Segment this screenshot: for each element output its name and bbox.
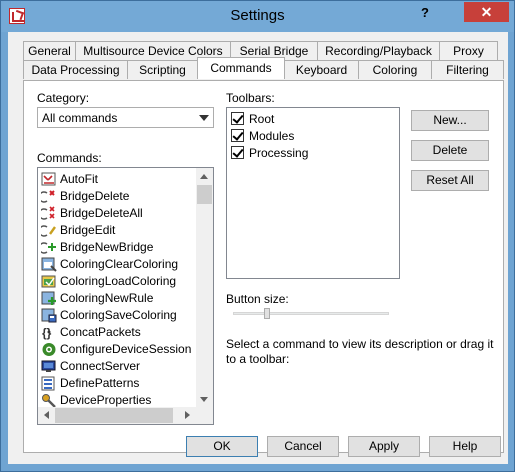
tab-general[interactable]: General bbox=[23, 41, 76, 60]
define-patterns-icon bbox=[41, 376, 55, 391]
bridge-delete-icon bbox=[41, 190, 55, 203]
help-caption-button[interactable]: ? bbox=[413, 3, 437, 23]
tab-scripting[interactable]: Scripting bbox=[127, 60, 198, 79]
new-toolbar-button[interactable]: New... bbox=[411, 110, 489, 131]
coloring-save-icon bbox=[41, 308, 57, 323]
category-value: All commands bbox=[42, 111, 118, 125]
svg-text:{}: {} bbox=[42, 326, 52, 340]
scroll-up-icon[interactable] bbox=[196, 168, 213, 185]
commands-list[interactable]: AutoFit BridgeDelete BridgeDeleteAll Bri… bbox=[37, 167, 214, 425]
coloring-clear-icon bbox=[41, 257, 57, 272]
scroll-down-icon[interactable] bbox=[196, 391, 213, 408]
tab-proxy[interactable]: Proxy bbox=[439, 41, 498, 60]
chevron-down-icon[interactable] bbox=[199, 115, 209, 121]
commands-horizontal-scrollbar[interactable] bbox=[38, 407, 196, 424]
tab-keyboard[interactable]: Keyboard bbox=[284, 60, 359, 79]
slider-track bbox=[233, 312, 389, 315]
tab-data-processing[interactable]: Data Processing bbox=[23, 60, 128, 79]
settings-window: Settings ? ✕ General Multisource Device … bbox=[0, 0, 515, 472]
toolbars-label: Toolbars: bbox=[226, 91, 275, 105]
command-description: Select a command to view its description… bbox=[226, 337, 494, 366]
apply-button[interactable]: Apply bbox=[348, 436, 420, 457]
slider-thumb[interactable] bbox=[264, 308, 270, 319]
scroll-thumb[interactable] bbox=[55, 408, 173, 423]
bridge-new-icon bbox=[41, 242, 56, 254]
concat-packets-icon: {} bbox=[42, 326, 52, 340]
tab-commands[interactable]: Commands bbox=[197, 57, 285, 79]
commands-vertical-scrollbar[interactable] bbox=[196, 168, 213, 408]
commands-label: Commands: bbox=[37, 151, 102, 165]
commands-panel: Category: All commands Commands: AutoFit… bbox=[23, 80, 504, 453]
reset-all-button[interactable]: Reset All bbox=[411, 170, 489, 191]
title-bar[interactable]: Settings ? ✕ bbox=[1, 1, 514, 32]
connect-server-icon bbox=[41, 360, 56, 372]
scrollbar-corner bbox=[196, 407, 213, 424]
button-size-slider[interactable] bbox=[233, 308, 389, 320]
button-size-label: Button size: bbox=[226, 292, 289, 306]
window-title: Settings bbox=[230, 7, 285, 24]
processing-checkbox[interactable] bbox=[231, 146, 244, 159]
bridge-delete-all-icon bbox=[41, 206, 55, 220]
scroll-right-icon[interactable] bbox=[179, 407, 196, 424]
device-properties-icon bbox=[42, 394, 56, 408]
coloring-load-icon bbox=[41, 275, 56, 288]
scroll-left-icon[interactable] bbox=[38, 407, 55, 424]
ok-button[interactable]: OK bbox=[186, 436, 258, 457]
tab-recording-playback[interactable]: Recording/Playback bbox=[317, 41, 440, 60]
close-button[interactable]: ✕ bbox=[464, 2, 509, 22]
delete-toolbar-button[interactable]: Delete bbox=[411, 140, 489, 161]
tab-coloring[interactable]: Coloring bbox=[358, 60, 432, 79]
tab-filtering[interactable]: Filtering bbox=[431, 60, 504, 79]
coloring-new-rule-icon bbox=[41, 291, 56, 305]
scroll-thumb[interactable] bbox=[197, 185, 212, 204]
help-button[interactable]: Help bbox=[429, 436, 501, 457]
bridge-edit-icon bbox=[41, 225, 56, 237]
autofit-icon bbox=[41, 172, 56, 186]
configure-session-icon bbox=[42, 343, 56, 356]
dialog-body: General Multisource Device Colors Serial… bbox=[8, 32, 508, 464]
category-label: Category: bbox=[37, 91, 90, 105]
toolbars-list[interactable]: Root Modules Processing bbox=[226, 107, 400, 279]
modules-checkbox[interactable] bbox=[231, 129, 244, 142]
root-checkbox[interactable] bbox=[231, 112, 244, 125]
cancel-button[interactable]: Cancel bbox=[267, 436, 339, 457]
category-dropdown[interactable]: All commands bbox=[37, 107, 214, 128]
